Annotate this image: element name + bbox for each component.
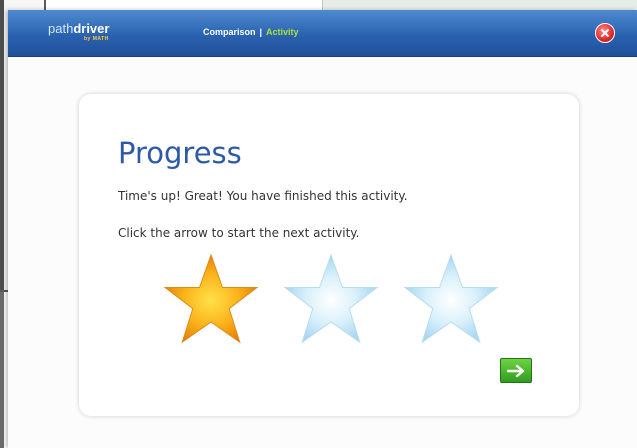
star-earned-icon: [163, 253, 259, 344]
background-window-strip: [0, 292, 4, 448]
breadcrumb-section[interactable]: Comparison: [203, 27, 256, 37]
pathdriver-logo: pathdriver by MATH: [48, 21, 110, 42]
arrow-right-icon: [506, 364, 525, 377]
progress-card: Progress Time's up! Great! You have fini…: [79, 94, 579, 416]
title-bar: pathdriver by MATH Comparison | Activity: [8, 10, 637, 57]
activity-window: pathdriver by MATH Comparison | Activity P…: [8, 10, 637, 448]
breadcrumb-current: Activity: [266, 27, 299, 37]
star-empty-icon: [403, 253, 499, 344]
next-activity-button[interactable]: [500, 358, 532, 383]
page-title: Progress: [118, 136, 242, 170]
breadcrumb-separator: |: [259, 27, 263, 37]
completion-message: Time's up! Great! You have finished this…: [118, 189, 408, 203]
next-instruction: Click the arrow to start the next activi…: [118, 226, 360, 240]
star-empty-icon: [283, 253, 379, 344]
breadcrumb: Comparison | Activity: [203, 27, 299, 37]
close-icon: [601, 29, 609, 37]
close-button[interactable]: [595, 23, 615, 43]
screen: pathdriver by MATH Comparison | Activity P…: [0, 0, 637, 448]
